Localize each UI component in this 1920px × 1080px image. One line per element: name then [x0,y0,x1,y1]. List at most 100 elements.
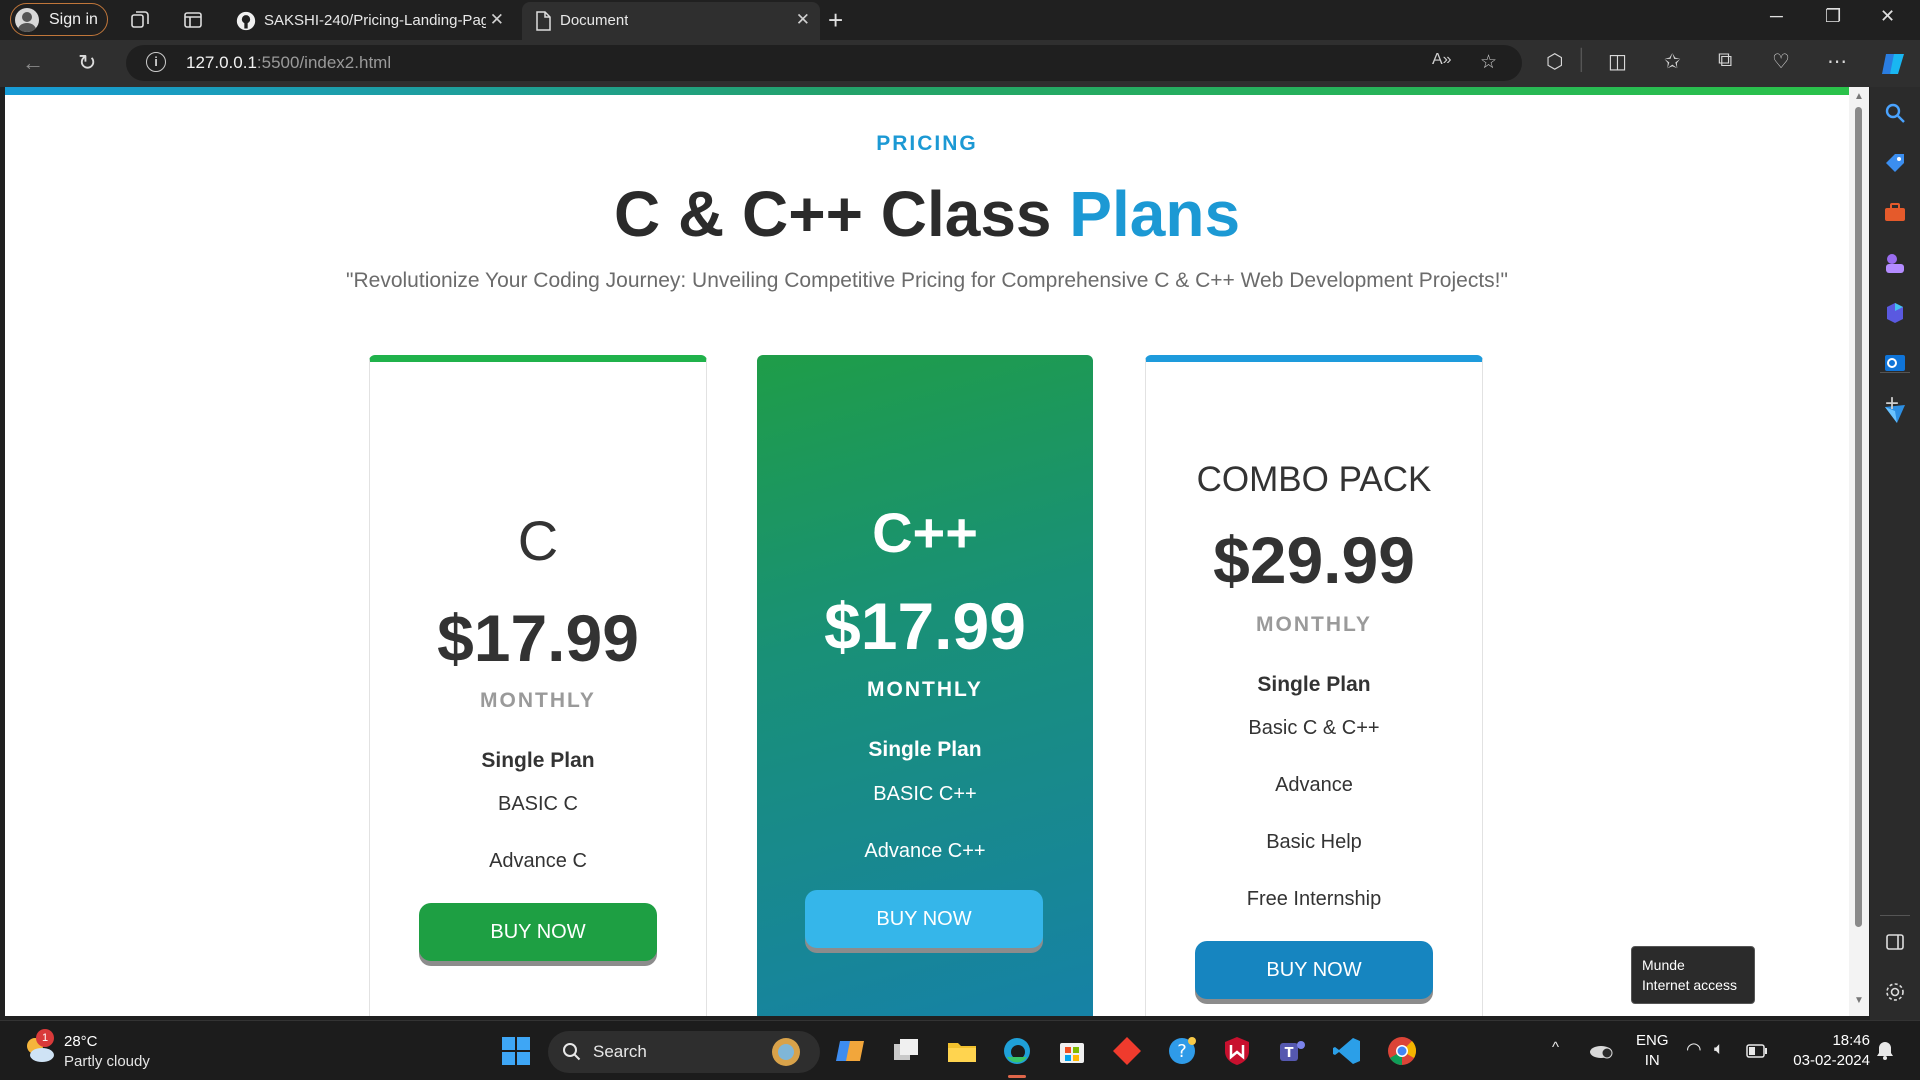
games-icon[interactable] [1883,251,1907,275]
page-scrollbar[interactable]: ▲ ▼ [1849,87,1869,1016]
pricing-card-c: C $17.99 MONTHLY Single Plan BASIC C Adv… [369,355,707,1016]
language-code: ENG [1636,1032,1669,1049]
file-explorer-icon[interactable] [946,1035,978,1067]
edge-browser-icon[interactable] [1001,1035,1033,1067]
scroll-down-icon[interactable]: ▼ [1854,995,1864,1006]
onedrive-icon[interactable] [1588,1040,1614,1060]
tab-github[interactable]: SAKSHI-240/Pricing-Landing-Pag ✕ [226,2,514,40]
address-toolbar: ← ↻ i 127.0.0.1:5500/index2.html A» ☆ ⬡ … [0,40,1920,87]
page-viewport: PRICING C & C++ Class Plans "Revolutioni… [5,87,1849,1016]
volume-icon[interactable]: 🔈︎ [1714,1039,1724,1059]
scroll-up-icon[interactable]: ▲ [1854,91,1864,102]
pricing-card-cpp: C++ $17.99 MONTHLY Single Plan BASIC C++… [757,355,1093,1016]
restore-icon[interactable]: ❐ [1825,6,1841,27]
notification-bell-icon[interactable] [1876,1041,1894,1061]
plan-period: MONTHLY [867,678,983,701]
split-screen-icon[interactable]: ◫ [1608,49,1627,74]
pricing-eyebrow: PRICING [876,132,978,155]
search-highlight-icon [772,1038,800,1066]
windows-taskbar: 1 28°C Partly cloudy Search ? T ^ ENG IN… [0,1020,1920,1080]
favorite-star-icon[interactable]: ☆ [1480,51,1497,74]
wifi-icon[interactable]: ◠ [1686,1039,1702,1060]
toolbar-divider: │ [1576,49,1589,71]
page-gradient-bar [5,87,1849,95]
more-menu-icon[interactable]: ⋯ [1827,49,1847,74]
address-bar[interactable]: i 127.0.0.1:5500/index2.html A» ☆ [126,45,1522,81]
plan-name: COMBO PACK [1196,460,1432,499]
plan-feature: Advance C [489,850,587,872]
workspaces-icon[interactable] [128,8,152,32]
input-language[interactable]: ENG IN [1636,1031,1669,1071]
taskbar-clock[interactable]: 18:46 03-02-2024 [1780,1031,1870,1071]
chrome-icon[interactable] [1386,1035,1418,1067]
copilot-icon[interactable] [1880,50,1908,78]
search-icon[interactable] [1883,101,1907,125]
plan-price: $29.99 [1213,523,1415,597]
new-tab-icon[interactable]: + [828,5,843,36]
windows-start-icon[interactable] [500,1035,532,1067]
plan-period: MONTHLY [1256,613,1372,636]
url-text[interactable]: 127.0.0.1:5500/index2.html [186,53,391,73]
profile-avatar-icon [15,8,39,32]
buy-now-button[interactable]: BUY NOW [1195,941,1433,999]
tab-title: SAKSHI-240/Pricing-Landing-Pag [264,12,486,29]
extensions-icon[interactable]: ⬡ [1546,49,1563,74]
plan-feature: Free Internship [1246,888,1382,910]
close-window-icon[interactable]: ✕ [1880,6,1895,27]
show-hidden-icons-icon[interactable]: ^ [1552,1039,1559,1056]
active-app-indicator [1008,1075,1026,1078]
svg-text:T: T [1285,1046,1294,1061]
svg-text:?: ? [1177,1041,1187,1062]
plan-name: C++ [872,501,978,564]
tab-actions-icon[interactable] [181,8,205,32]
plan-type: Single Plan [868,738,982,761]
buy-now-button[interactable]: BUY NOW [419,903,657,961]
collections-icon[interactable]: ⧉ [1718,49,1732,72]
weather-condition: Partly cloudy [64,1053,150,1070]
buy-now-button[interactable]: BUY NOW [805,890,1043,948]
tools-briefcase-icon[interactable] [1883,201,1907,225]
read-aloud-icon[interactable]: A» [1432,51,1452,69]
plan-name: C [517,509,559,572]
tooltip-network-status: Internet access [1642,977,1737,993]
close-tab-icon[interactable]: ✕ [796,10,810,30]
close-tab-icon[interactable]: ✕ [490,10,504,30]
microsoft-store-icon[interactable] [1056,1035,1088,1067]
scrollbar-thumb[interactable] [1855,107,1862,927]
help-icon[interactable]: ? [1166,1035,1198,1067]
site-info-icon[interactable]: i [146,52,166,72]
sign-in-label: Sign in [49,11,98,28]
back-icon[interactable]: ← [22,50,44,76]
browser-essentials-icon[interactable]: ♡ [1772,49,1790,74]
sidebar-divider [1880,372,1910,373]
anydesk-icon[interactable] [1111,1035,1143,1067]
sign-in-button[interactable]: Sign in [10,3,108,36]
plan-feature: BASIC C++ [873,783,977,805]
tab-title: Document [560,12,629,29]
mcafee-icon[interactable] [1221,1035,1253,1067]
teams-icon[interactable]: T [1276,1035,1308,1067]
taskbar-search[interactable]: Search [548,1031,820,1073]
shopping-tag-icon[interactable] [1883,151,1907,175]
github-icon [236,11,256,31]
minimize-icon[interactable]: ─ [1770,6,1783,27]
task-view-icon[interactable] [890,1035,922,1067]
tooltip-network-name: Munde [1642,957,1685,973]
vscode-icon[interactable] [1331,1035,1363,1067]
tab-document[interactable]: Document ✕ [522,2,820,40]
plan-feature: Basic C & C++ [1248,717,1380,739]
copilot-app-icon[interactable] [1883,301,1907,325]
sidebar-settings-gear-icon[interactable] [1883,980,1907,1004]
hide-sidebar-icon[interactable] [1883,930,1907,954]
copilot-preview-icon[interactable] [836,1035,868,1067]
page-subtitle: "Revolutionize Your Coding Journey: Unve… [346,269,1508,292]
plan-price: $17.99 [437,601,639,675]
clock-date: 03-02-2024 [1793,1052,1870,1069]
search-icon [563,1043,581,1061]
add-sidebar-app-icon[interactable]: + [1885,390,1899,418]
favorites-icon[interactable]: ✩ [1664,49,1681,74]
refresh-icon[interactable]: ↻ [78,50,96,76]
battery-icon[interactable] [1746,1044,1768,1058]
clock-time: 18:46 [1832,1032,1870,1049]
document-icon [536,11,551,31]
